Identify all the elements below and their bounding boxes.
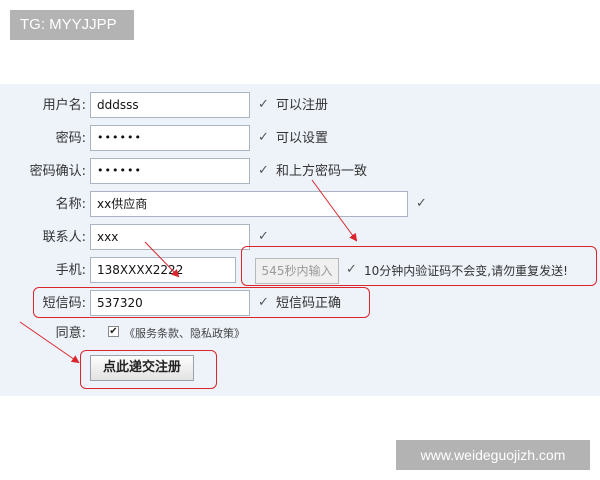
arrow-to-submit	[19, 321, 80, 364]
arrow-to-sms-hint	[311, 179, 358, 242]
watermark-bottom-right: www.weideguojizh.com	[396, 440, 590, 470]
annotation-arrows	[19, 179, 358, 364]
arrow-to-phone	[144, 241, 180, 278]
